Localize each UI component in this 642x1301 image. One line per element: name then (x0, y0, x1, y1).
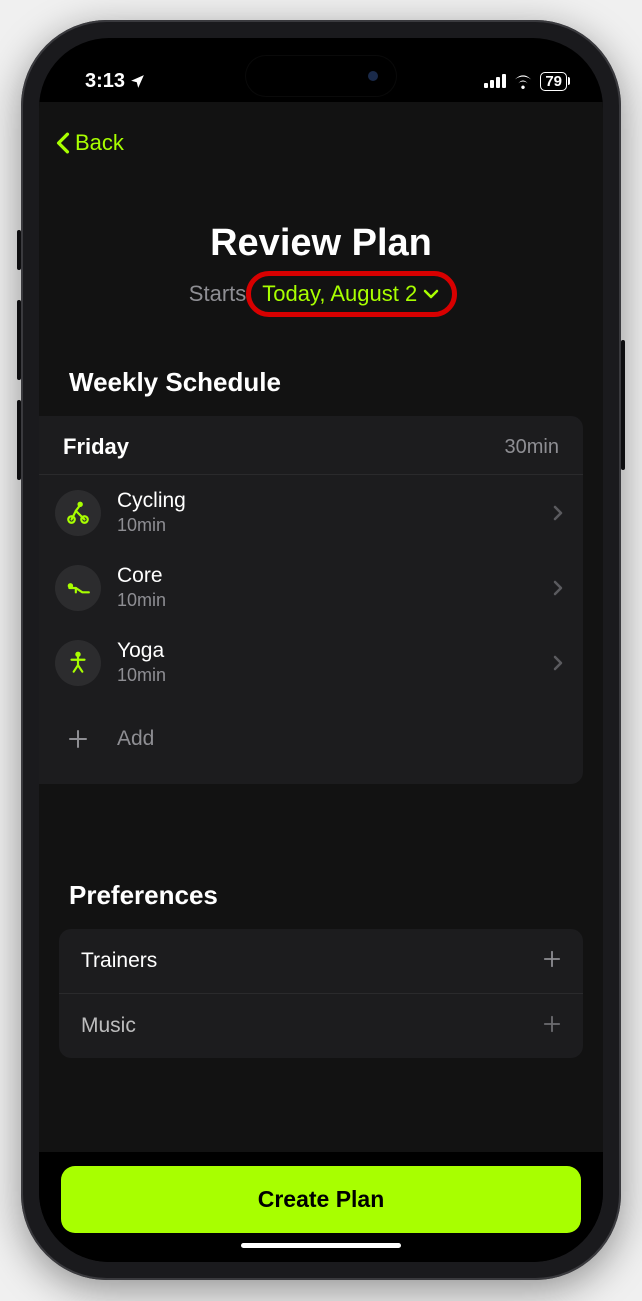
title-block: Review Plan Starts Today, August 2 (39, 222, 603, 311)
create-plan-button[interactable]: Create Plan (61, 1166, 581, 1233)
workout-name: Yoga (117, 639, 537, 663)
bottom-bar: Create Plan (39, 1152, 603, 1262)
workout-name: Cycling (117, 489, 537, 513)
dynamic-island (246, 56, 396, 96)
preferences-section: Preferences Trainers Music (39, 824, 603, 1058)
battery-indicator: 79 (540, 72, 567, 91)
app-content: Back Review Plan Starts Today, August 2 … (39, 102, 603, 1152)
workout-text: Yoga 10min (117, 639, 537, 686)
schedule-total-duration: 30min (505, 436, 559, 459)
schedule-day: Friday (63, 434, 129, 460)
preference-label: Trainers (81, 949, 157, 973)
preference-row-music[interactable]: Music (59, 994, 583, 1058)
workout-text: Cycling 10min (117, 489, 537, 536)
weekly-schedule-header: Weekly Schedule (39, 367, 603, 398)
workout-row-cycling[interactable]: Cycling 10min (39, 475, 583, 550)
workout-duration: 10min (117, 590, 537, 611)
status-time: 3:13 (85, 70, 125, 93)
preferences-list: Trainers Music (59, 929, 583, 1058)
status-right: 79 (484, 72, 567, 91)
back-label: Back (75, 130, 124, 156)
schedule-card-header: Friday 30min (39, 416, 583, 475)
power-button (621, 340, 625, 470)
workout-duration: 10min (117, 665, 537, 686)
cellular-icon (484, 74, 506, 88)
start-date-text: Today, August 2 (262, 281, 417, 307)
core-icon (55, 565, 101, 611)
add-workout-button[interactable]: Add (39, 700, 583, 784)
workout-row-yoga[interactable]: Yoga 10min (39, 625, 583, 700)
chevron-right-icon (553, 655, 563, 671)
workout-duration: 10min (117, 515, 537, 536)
start-date-picker[interactable]: Today, August 2 (252, 277, 453, 311)
screen: 3:13 79 Back Review Plan S (39, 38, 603, 1262)
volume-up-button (17, 300, 21, 380)
plus-icon (543, 1012, 561, 1040)
workout-name: Core (117, 564, 537, 588)
status-left: 3:13 (85, 70, 146, 93)
wifi-icon (512, 73, 534, 89)
preference-label: Music (81, 1014, 136, 1038)
workout-text: Core 10min (117, 564, 537, 611)
volume-down-button (17, 400, 21, 480)
back-button[interactable]: Back (39, 102, 603, 170)
preference-row-trainers[interactable]: Trainers (59, 929, 583, 994)
add-label: Add (117, 727, 154, 751)
preferences-header: Preferences (39, 880, 603, 911)
iphone-device-frame: 3:13 79 Back Review Plan S (21, 20, 621, 1280)
workout-row-core[interactable]: Core 10min (39, 550, 583, 625)
chevron-left-icon (55, 132, 71, 154)
location-icon (129, 73, 146, 90)
cycling-icon (55, 490, 101, 536)
schedule-day-card: Friday 30min Cycling 10min (39, 416, 583, 784)
chevron-right-icon (553, 505, 563, 521)
mute-switch (17, 230, 21, 270)
plus-icon (55, 716, 101, 762)
start-date-row: Starts Today, August 2 (189, 277, 453, 311)
chevron-down-icon (423, 289, 439, 299)
chevron-right-icon (553, 580, 563, 596)
home-indicator[interactable] (241, 1243, 401, 1248)
starts-label: Starts (189, 281, 246, 307)
yoga-icon (55, 640, 101, 686)
plus-icon (543, 947, 561, 975)
page-title: Review Plan (39, 222, 603, 265)
